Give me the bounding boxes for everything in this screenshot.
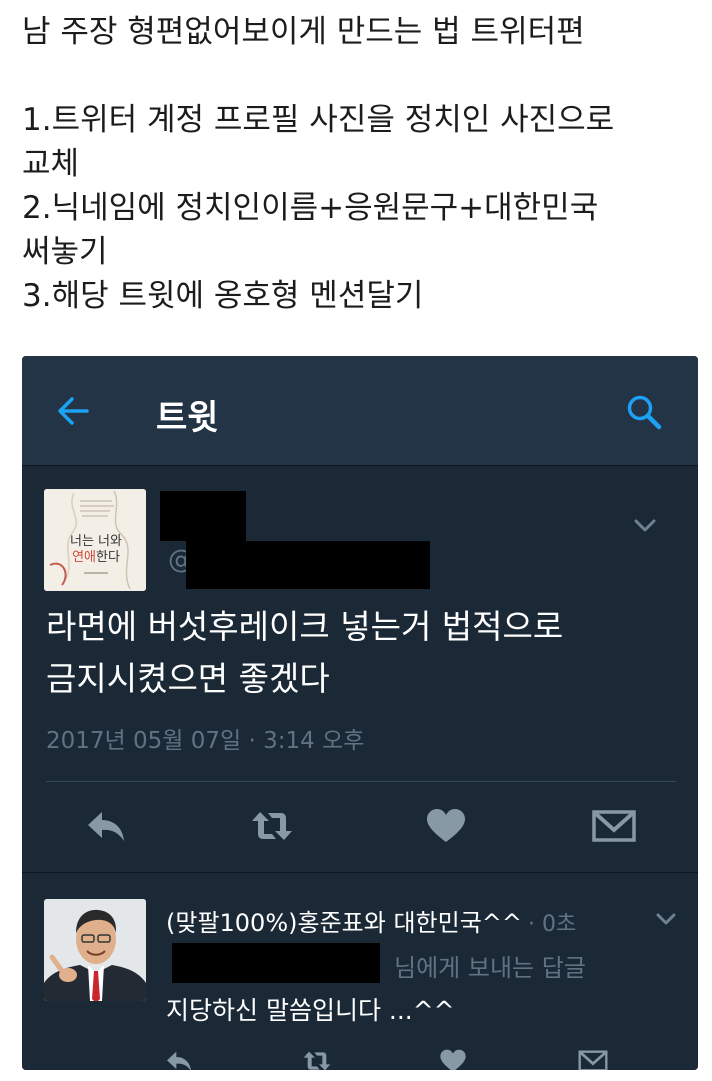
direct-message-icon[interactable] xyxy=(578,1049,608,1070)
post-line: 써놓기 xyxy=(22,234,108,270)
reply-author[interactable]: (맞팔100%)홍준표와 대한민국^^ · 0초 xyxy=(166,903,576,938)
search-icon[interactable] xyxy=(626,394,662,430)
reply-time: · 0초 xyxy=(528,912,577,937)
arrow-left-icon[interactable] xyxy=(56,394,90,428)
post-title: 남 주장 형편없어보이게 만드는 법 트위터편 xyxy=(22,14,585,50)
page-title: 트윗 xyxy=(156,398,219,438)
heart-icon[interactable] xyxy=(424,808,468,844)
chevron-down-icon[interactable] xyxy=(656,913,676,925)
heart-icon[interactable] xyxy=(438,1049,468,1070)
avatar[interactable] xyxy=(44,899,146,1001)
direct-message-icon[interactable] xyxy=(592,808,636,844)
reply-to-label: 님에게 보내는 답글 xyxy=(394,954,586,982)
redaction-box xyxy=(172,943,380,983)
redaction-box xyxy=(186,541,430,589)
reply-icon[interactable] xyxy=(84,808,128,844)
reply-actions xyxy=(22,1043,698,1070)
tweet-detail: 너는 너와 연애한다 @ 라면에 버섯후레이크 넣는거 법적으로 금지시켰으면 … xyxy=(22,467,698,872)
post-text: 남 주장 형편없어보이게 만드는 법 트위터편 1.트위터 계정 프로필 사진을… xyxy=(22,10,702,318)
reply-text: 지당하신 말씀입니다 ...^^ xyxy=(166,996,455,1025)
post-line: 3.해당 트윗에 옹호형 멘션달기 xyxy=(22,278,424,314)
post-line: 2.닉네임에 정치인이름+응원문구+대한민국 xyxy=(22,190,599,226)
chevron-down-icon[interactable] xyxy=(634,519,656,533)
avatar[interactable]: 너는 너와 연애한다 xyxy=(44,489,146,591)
twitter-screenshot: 트윗 너는 너와 연애한다 @ 라면에 버섯후레이크 넣는거 법적으로 금지시켰… xyxy=(22,356,698,1070)
post-line: 교체 xyxy=(22,146,80,182)
post-line: 1.트위터 계정 프로필 사진을 정치인 사진으로 xyxy=(22,102,615,138)
redaction-box xyxy=(160,491,246,541)
tweet-text-line: 금지시켰으면 좋겠다 xyxy=(46,659,330,698)
reply-icon[interactable] xyxy=(164,1049,194,1070)
tweet-text-line: 라면에 버섯후레이크 넣는거 법적으로 xyxy=(46,607,564,646)
svg-text:연애한다: 연애한다 xyxy=(72,550,120,565)
reply-tweet[interactable]: (맞팔100%)홍준표와 대한민국^^ · 0초 님에게 보내는 답글 지당하신 … xyxy=(22,873,698,1070)
author-name: (맞팔100%)홍준표와 대한민국^^ xyxy=(166,909,522,937)
profile-photo xyxy=(44,899,146,1001)
svg-text:너는 너와: 너는 너와 xyxy=(70,534,122,549)
tweet-text: 라면에 버섯후레이크 넣는거 법적으로 금지시켰으면 좋겠다 xyxy=(46,601,676,705)
retweet-icon[interactable] xyxy=(250,808,294,844)
book-cover-image: 너는 너와 연애한다 xyxy=(44,489,146,591)
tweet-timestamp: 2017년 05월 07일 · 3:14 오후 xyxy=(46,728,365,754)
tweet-actions xyxy=(22,782,698,872)
app-bar: 트윗 xyxy=(22,356,698,466)
retweet-icon[interactable] xyxy=(302,1049,332,1070)
